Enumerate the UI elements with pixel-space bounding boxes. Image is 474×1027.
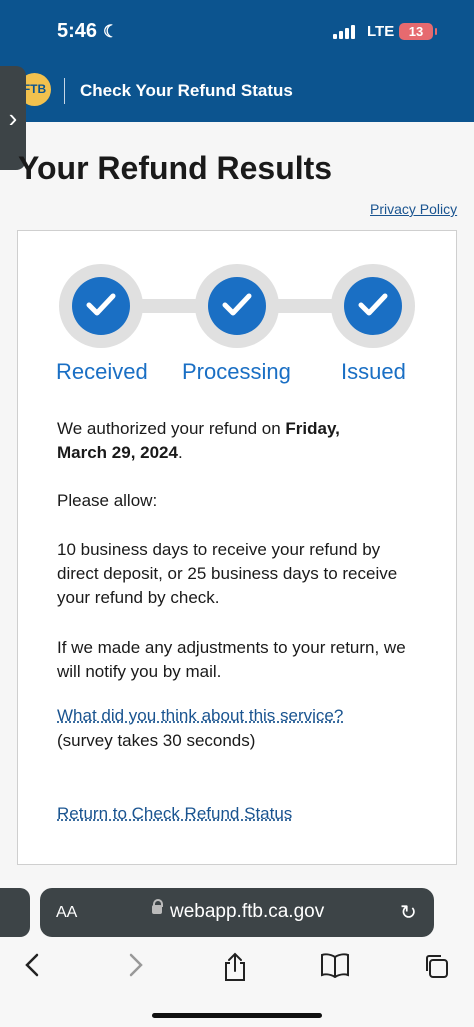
- survey-note: (survey takes 30 seconds): [57, 731, 256, 750]
- step-received: [59, 264, 143, 348]
- share-icon[interactable]: [222, 952, 248, 982]
- tabs-icon[interactable]: [422, 952, 450, 980]
- authorized-message: We authorized your refund on Friday, Mar…: [57, 417, 387, 465]
- url-text: webapp.ftb.ca.gov: [170, 901, 325, 922]
- status-time: 5:46 ☾: [57, 20, 119, 42]
- checkmark-icon: [222, 293, 252, 316]
- step-issued-dot: [344, 277, 402, 335]
- checkmark-icon: [358, 293, 388, 316]
- timing-text: 10 business days to receive your refund …: [57, 540, 398, 607]
- return-to-check-status-link[interactable]: Return to Check Refund Status: [57, 802, 292, 826]
- step-processing: [195, 264, 279, 348]
- lock-icon: [152, 899, 163, 914]
- app-header: 5:46 ☾ LTE 13 FTB Check Your Refund Statu…: [0, 0, 474, 122]
- reload-icon[interactable]: ↻: [400, 900, 417, 925]
- please-allow-text: Please allow:: [57, 491, 158, 510]
- authorized-prefix: We authorized your refund on: [57, 419, 286, 438]
- signal-icon: [333, 25, 359, 39]
- back-icon[interactable]: [22, 952, 44, 978]
- battery-icon: 13: [399, 23, 437, 40]
- header-title: Check Your Refund Status: [80, 81, 293, 100]
- step-received-dot: [72, 277, 130, 335]
- page-title: Your Refund Results: [18, 150, 333, 186]
- step-processing-dot: [208, 277, 266, 335]
- previous-tab-preview[interactable]: [0, 888, 30, 937]
- privacy-policy-link[interactable]: Privacy Policy: [370, 201, 457, 217]
- reader-settings-button[interactable]: AA: [56, 904, 77, 922]
- adjustments-text: If we made any adjustments to your retur…: [57, 638, 406, 681]
- step-label-issued: Issued: [341, 359, 406, 384]
- step-label-received: Received: [56, 359, 148, 384]
- survey-link[interactable]: What did you think about this service?: [57, 704, 343, 728]
- forward-icon[interactable]: [124, 952, 146, 978]
- network-label: LTE: [367, 23, 395, 40]
- home-indicator: [152, 1013, 322, 1018]
- step-label-processing: Processing: [182, 359, 291, 384]
- step-issued: [331, 264, 415, 348]
- header-divider: [64, 78, 65, 104]
- checkmark-icon: [86, 293, 116, 316]
- bookmarks-icon[interactable]: [320, 952, 350, 978]
- chevron-right-icon: ›: [8, 103, 18, 133]
- address-bar[interactable]: AA webapp.ftb.ca.gov ↻: [40, 888, 434, 937]
- authorized-suffix: .: [177, 443, 183, 462]
- moon-icon: ☾: [103, 22, 119, 41]
